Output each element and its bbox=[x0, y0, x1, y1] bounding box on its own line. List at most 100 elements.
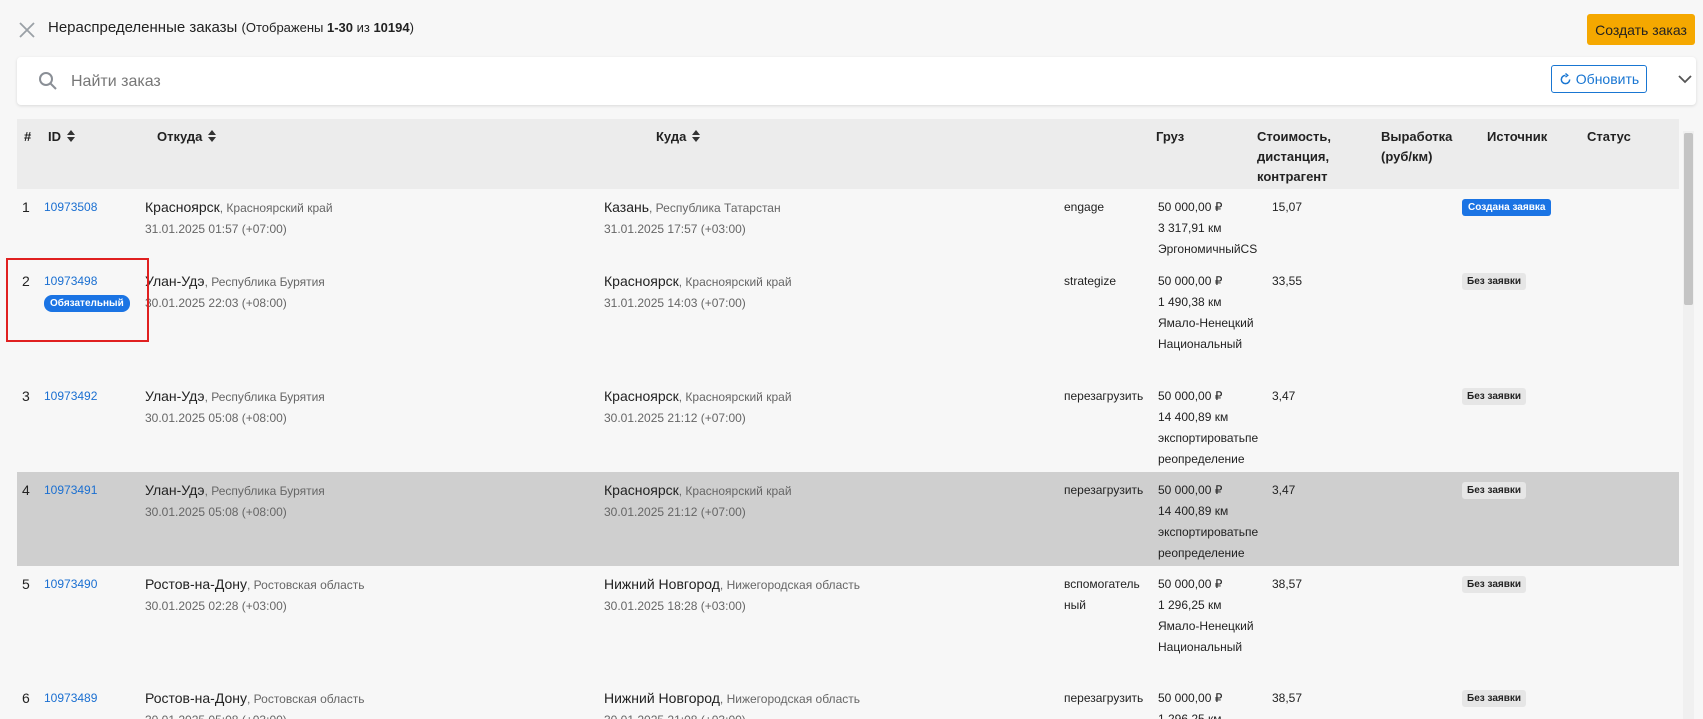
rate-cell: 33,55 bbox=[1272, 274, 1303, 288]
order-id-link[interactable]: 10973489 bbox=[44, 691, 97, 705]
col-num: # bbox=[24, 129, 32, 144]
to-date: 31.01.2025 14:03 (+07:00) bbox=[604, 296, 746, 310]
table-row[interactable]: 4 10973491 Улан-Удэ, Республика Бурятия … bbox=[17, 472, 1679, 567]
scroll-thumb[interactable] bbox=[1684, 133, 1693, 305]
order-id-link[interactable]: 10973508 bbox=[44, 200, 97, 214]
status-badge: Без заявки bbox=[1462, 482, 1527, 499]
from-cell: Ростов-на-Дону, Ростовская область 30.01… bbox=[145, 688, 625, 719]
distance-value: 14 400,89 км bbox=[1158, 410, 1229, 424]
sort-icon bbox=[208, 130, 217, 142]
order-id-cell: 10973490 bbox=[44, 574, 97, 595]
from-region: , Красноярский край bbox=[219, 201, 333, 215]
rate-cell: 15,07 bbox=[1272, 200, 1303, 214]
order-id-cell: 10973491 bbox=[44, 480, 97, 501]
order-id-link[interactable]: 10973490 bbox=[44, 577, 97, 591]
col-from[interactable]: Откуда bbox=[157, 127, 217, 147]
col-rate: Выработка (руб/км) bbox=[1381, 129, 1453, 164]
refresh-button[interactable]: Обновить bbox=[1551, 65, 1647, 93]
distance-value: 1 296,25 км bbox=[1158, 712, 1222, 719]
from-cell: Ростов-на-Дону, Ростовская область 30.01… bbox=[145, 574, 625, 617]
distance-value: 3 317,91 км bbox=[1158, 221, 1222, 235]
table-header: # ID Откуда Куда Груз Стоимость, дистанц… bbox=[17, 119, 1679, 190]
counterparty: Ямало-НенецкийНациональный bbox=[1158, 619, 1254, 654]
from-city: Улан-Удэ bbox=[145, 482, 205, 498]
to-city: Красноярск bbox=[604, 273, 679, 289]
col-to[interactable]: Куда bbox=[656, 127, 701, 147]
from-date: 30.01.2025 05:08 (+08:00) bbox=[145, 505, 287, 519]
row-number: 6 bbox=[22, 690, 30, 706]
status-badge: Без заявки bbox=[1462, 273, 1527, 290]
table-row[interactable]: 6 10973489 Ростов-на-Дону, Ростовская об… bbox=[17, 680, 1679, 719]
cost-cell: 50 000,00 ₽ 1 490,38 км Ямало-НенецкийНа… bbox=[1158, 271, 1262, 355]
status-badge: Без заявки bbox=[1462, 690, 1527, 707]
to-date: 30.01.2025 21:12 (+07:00) bbox=[604, 411, 746, 425]
to-city: Нижний Новгород bbox=[604, 690, 720, 706]
table-row[interactable]: 1 10973508 Красноярск, Красноярский край… bbox=[17, 189, 1679, 277]
to-date: 30.01.2025 21:12 (+07:00) bbox=[604, 505, 746, 519]
col-cargo: Груз bbox=[1156, 129, 1185, 144]
chevron-down-icon[interactable] bbox=[1677, 71, 1693, 87]
from-city: Улан-Удэ bbox=[145, 273, 205, 289]
from-region: , Ростовская область bbox=[247, 692, 365, 706]
to-region: , Нижегородская область bbox=[719, 692, 860, 706]
status-cell: Без заявки bbox=[1462, 479, 1527, 500]
to-cell: Нижний Новгород, Нижегородская область 3… bbox=[604, 574, 1084, 617]
cargo-cell: перезагрузить bbox=[1064, 389, 1144, 403]
to-city: Нижний Новгород bbox=[604, 576, 720, 592]
to-cell: Красноярск, Красноярский край 31.01.2025… bbox=[604, 271, 1084, 314]
from-city: Ростов-на-Дону bbox=[145, 690, 247, 706]
distance-value: 1 490,38 км bbox=[1158, 295, 1222, 309]
cost-cell: 50 000,00 ₽ 1 296,25 км Ямало-НенецкийНа… bbox=[1158, 574, 1262, 658]
row-number: 1 bbox=[22, 199, 30, 215]
counterparty: экспортироватьпереопределение bbox=[1158, 431, 1259, 466]
status-cell: Без заявки bbox=[1462, 687, 1527, 708]
cost-value: 50 000,00 ₽ bbox=[1158, 200, 1223, 214]
order-id-cell: 10973508 bbox=[44, 197, 97, 218]
from-region: , Республика Бурятия bbox=[204, 484, 325, 498]
counterparty: экспортироватьпереопределение bbox=[1158, 525, 1259, 560]
cost-cell: 50 000,00 ₽ 1 296,25 км bbox=[1158, 688, 1262, 719]
to-region: , Нижегородская область bbox=[719, 578, 860, 592]
from-date: 30.01.2025 02:28 (+03:00) bbox=[145, 599, 287, 613]
order-id-link[interactable]: 10973491 bbox=[44, 483, 97, 497]
from-region: , Ростовская область bbox=[247, 578, 365, 592]
from-date: 30.01.2025 05:08 (+03:00) bbox=[145, 710, 625, 719]
from-city: Ростов-на-Дону bbox=[145, 576, 247, 592]
from-cell: Красноярск, Красноярский край 31.01.2025… bbox=[145, 197, 625, 240]
to-city: Казань bbox=[604, 199, 650, 215]
scrollbar[interactable] bbox=[1683, 131, 1694, 719]
from-cell: Улан-Удэ, Республика Бурятия 30.01.2025 … bbox=[145, 271, 625, 314]
cargo-cell: вспомогательный bbox=[1064, 577, 1140, 612]
to-region: , Республика Татарстан bbox=[649, 201, 781, 215]
distance-value: 1 296,25 км bbox=[1158, 598, 1222, 612]
table-row[interactable]: 2 10973498 Обязательный Улан-Удэ, Республ… bbox=[17, 263, 1679, 379]
cargo-cell: strategize bbox=[1064, 274, 1117, 288]
orders-table: # ID Откуда Куда Груз Стоимость, дистанц… bbox=[17, 119, 1696, 719]
status-cell: Без заявки bbox=[1462, 573, 1527, 594]
page-header: Нераспределенные заказы (Отображены 1-30… bbox=[0, 0, 1703, 58]
status-badge: Создана заявка bbox=[1462, 199, 1552, 216]
table-row[interactable]: 5 10973490 Ростов-на-Дону, Ростовская об… bbox=[17, 566, 1679, 681]
status-badge: Без заявки bbox=[1462, 576, 1527, 593]
col-cost: Стоимость, дистанция, контрагент bbox=[1257, 129, 1331, 184]
from-city: Улан-Удэ bbox=[145, 388, 205, 404]
search-input[interactable] bbox=[69, 67, 1073, 97]
table-row[interactable]: 3 10973492 Улан-Удэ, Республика Бурятия … bbox=[17, 378, 1679, 473]
annotation-highlight bbox=[6, 258, 149, 342]
from-cell: Улан-Удэ, Республика Бурятия 30.01.2025 … bbox=[145, 386, 625, 429]
create-order-button[interactable]: Создать заказ bbox=[1587, 14, 1695, 45]
col-id[interactable]: ID bbox=[48, 127, 75, 147]
cargo-cell: engage bbox=[1064, 200, 1105, 214]
from-date: 30.01.2025 22:03 (+08:00) bbox=[145, 296, 287, 310]
order-id-link[interactable]: 10973492 bbox=[44, 389, 97, 403]
col-status: Статус bbox=[1587, 129, 1631, 144]
rate-cell: 38,57 bbox=[1272, 691, 1303, 705]
to-region: , Красноярский край bbox=[678, 484, 792, 498]
close-icon[interactable] bbox=[17, 20, 37, 40]
shown-count: (Отображены 1-30 из 10194) bbox=[241, 20, 414, 35]
counterparty: Ямало-НенецкийНациональный bbox=[1158, 316, 1254, 351]
to-city: Красноярск bbox=[604, 482, 679, 498]
from-date: 31.01.2025 01:57 (+07:00) bbox=[145, 222, 287, 236]
to-cell: Красноярск, Красноярский край 30.01.2025… bbox=[604, 480, 1084, 523]
to-cell: Красноярск, Красноярский край 30.01.2025… bbox=[604, 386, 1084, 429]
